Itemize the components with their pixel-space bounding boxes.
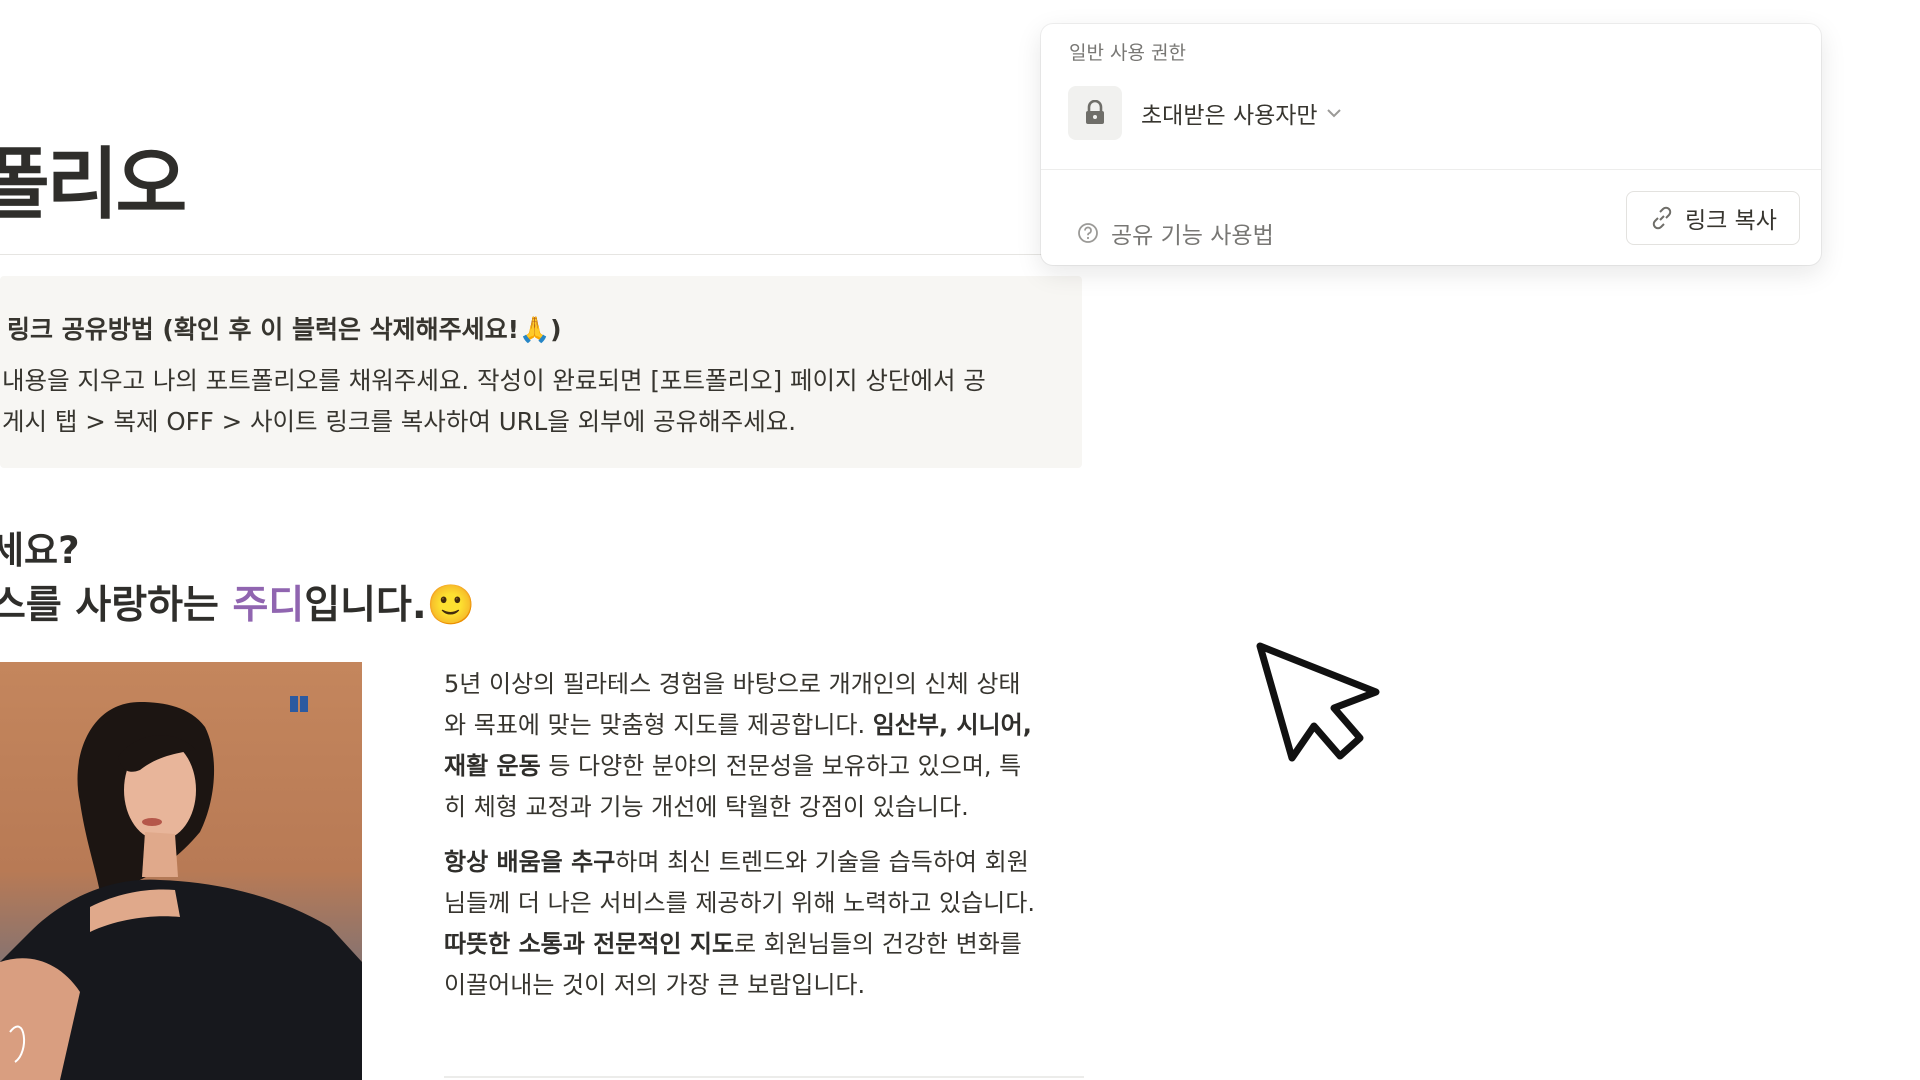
intro-heading: 스를 사랑하는 주디입니다.🙂 xyxy=(0,574,475,630)
paragraph-1: 5년 이상의 필라테스 경험을 바탕으로 개개인의 신체 상태 와 목표에 맞는… xyxy=(444,664,1074,828)
help-link[interactable]: 공유 기능 사용법 xyxy=(1077,216,1274,250)
callout-line: 내용을 지우고 나의 포트폴리오를 채워주세요. 작성이 완료되면 [포트폴리오… xyxy=(2,366,986,395)
paragraph-bold: 항상 배움을 추구 xyxy=(444,848,616,876)
copy-link-label: 링크 복사 xyxy=(1685,208,1777,234)
paragraph-text: 이끌어내는 것이 저의 가장 큰 보람입니다. xyxy=(444,971,866,999)
paragraph-text: 5년 이상의 필라테스 경험을 바탕으로 개개인의 신체 상태 xyxy=(444,670,1021,698)
chevron-down-icon xyxy=(1326,109,1341,118)
intro-text: 스를 사랑하는 xyxy=(0,583,233,628)
smile-emoji-icon: 🙂 xyxy=(426,583,476,628)
paragraph-text: 히 체형 교정과 기능 개선에 탁월한 강점이 있습니다. xyxy=(444,793,969,821)
copy-link-button[interactable]: 링크 복사 xyxy=(1626,191,1800,245)
callout-body: 내용을 지우고 나의 포트폴리오를 채워주세요. 작성이 완료되면 [포트폴리오… xyxy=(2,360,1042,442)
link-icon xyxy=(1652,206,1672,230)
paragraph-2: 항상 배움을 추구하며 최신 트렌드와 기술을 습득하여 회원 님들께 더 나은… xyxy=(444,842,1074,1006)
paragraph-bold: 임산부, 시니어, xyxy=(872,711,1032,739)
help-link-label: 공유 기능 사용법 xyxy=(1111,223,1274,249)
permission-value: 초대받은 사용자만 xyxy=(1141,103,1318,129)
paragraph-text: 로 회원님들의 건강한 변화를 xyxy=(734,930,1022,958)
paragraph-text: 등 다양한 분야의 전문성을 보유하고 있으며, 특 xyxy=(540,752,1022,780)
intro-text-end: 입니다. xyxy=(304,583,427,628)
lock-icon xyxy=(1086,100,1104,124)
question-circle-icon xyxy=(1078,223,1098,243)
name-highlight: 주디 xyxy=(232,583,305,628)
paragraph-text: 하며 최신 트렌드와 기술을 습득하여 회원 xyxy=(615,848,1029,876)
share-panel: 일반 사용 권한 초대받은 사용자만 공유 기능 사용법 링크 복사 xyxy=(1041,24,1821,265)
page-title: 폴리오 xyxy=(0,140,187,230)
callout-line: 게시 탭 > 복제 OFF > 사이트 링크를 복사하여 URL을 외부에 공유… xyxy=(2,407,797,436)
divider xyxy=(444,1076,1084,1078)
paragraph-bold: 따뜻한 소통과 전문적인 지도 xyxy=(444,930,735,958)
callout-title: 링크 공유방법 (확인 후 이 블럭은 삭제해주세요!🙏) xyxy=(7,315,562,344)
profile-photo[interactable] xyxy=(0,662,362,1080)
greeting-heading: 세요? xyxy=(0,529,80,572)
panel-divider xyxy=(1041,169,1821,170)
mouse-cursor-icon xyxy=(1256,642,1380,762)
paragraph-text: 와 목표에 맞는 맞춤형 지도를 제공합니다. xyxy=(444,711,873,739)
permission-icon-box xyxy=(1068,86,1122,140)
title-divider xyxy=(0,254,1050,255)
intro-paragraphs: 5년 이상의 필라테스 경험을 바탕으로 개개인의 신체 상태 와 목표에 맞는… xyxy=(444,664,1074,1020)
permission-dropdown[interactable]: 초대받은 사용자만 xyxy=(1141,95,1342,131)
paragraph-text: 님들께 더 나은 서비스를 제공하기 위해 노력하고 있습니다. xyxy=(444,889,1035,917)
permission-label: 일반 사용 권한 xyxy=(1069,42,1186,64)
profile-photo-illustration xyxy=(0,696,362,1080)
paragraph-bold: 재활 운동 xyxy=(444,752,541,780)
